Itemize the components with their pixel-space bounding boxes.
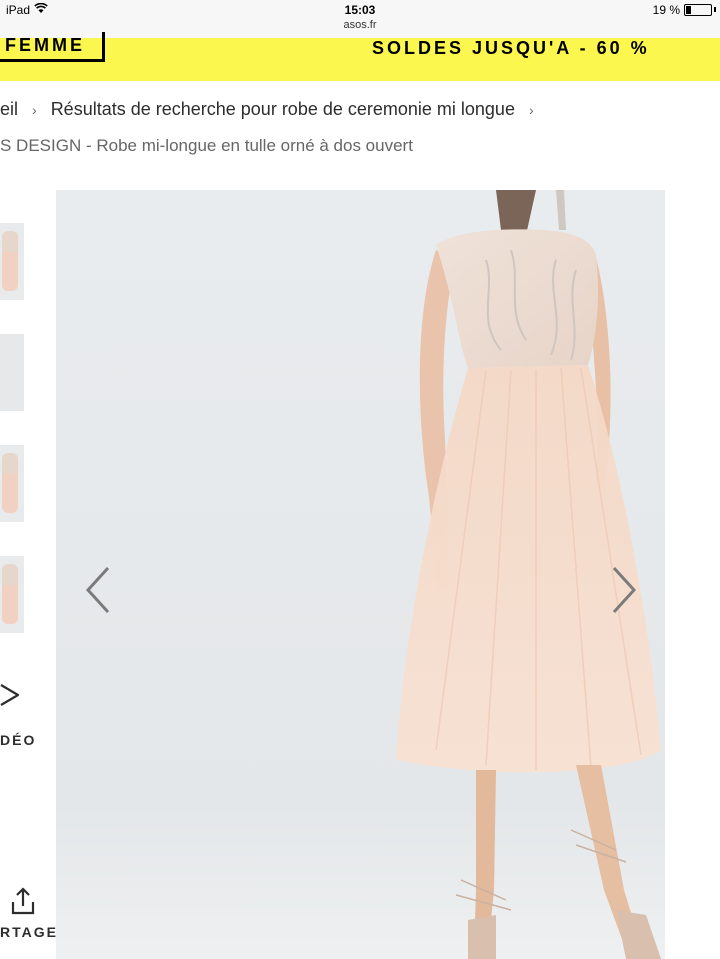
- promo-banner[interactable]: FEMME SOLDES JUSQU'A - 60 %: [0, 32, 720, 81]
- femme-tab[interactable]: FEMME: [0, 32, 105, 62]
- product-thumbnail[interactable]: [0, 556, 24, 633]
- product-title: S DESIGN - Robe mi-longue en tulle orné …: [0, 136, 413, 155]
- status-bar: iPad 15:03 asos.fr 19 %: [0, 0, 720, 38]
- breadcrumb-home[interactable]: eil: [0, 99, 18, 120]
- breadcrumb-search-results[interactable]: Résultats de recherche pour robe de cere…: [51, 99, 515, 120]
- breadcrumb: eil › Résultats de recherche pour robe de …: [0, 99, 548, 120]
- battery-tip: [714, 7, 716, 12]
- breadcrumb-separator: ›: [528, 102, 534, 118]
- sale-banner-text[interactable]: SOLDES JUSQU'A - 60 %: [372, 36, 650, 60]
- url-label[interactable]: asos.fr: [0, 19, 720, 31]
- chevron-left-icon[interactable]: [78, 560, 118, 620]
- product-thumbnail[interactable]: [0, 223, 24, 300]
- product-thumbnail[interactable]: [0, 445, 24, 522]
- dress-photo: [396, 190, 661, 959]
- breadcrumb-separator: ›: [32, 102, 37, 118]
- share-button-label[interactable]: RTAGE: [0, 924, 58, 940]
- clock: 15:03: [344, 3, 376, 17]
- video-button-label[interactable]: DÉO: [0, 732, 36, 748]
- chevron-right-icon[interactable]: [604, 560, 644, 620]
- share-icon[interactable]: [10, 886, 36, 916]
- battery-percentage: 19 %: [652, 3, 680, 17]
- product-main-image[interactable]: [56, 190, 665, 959]
- product-thumbnail[interactable]: [0, 334, 24, 411]
- battery-icon: [684, 4, 712, 16]
- play-icon[interactable]: [0, 684, 20, 706]
